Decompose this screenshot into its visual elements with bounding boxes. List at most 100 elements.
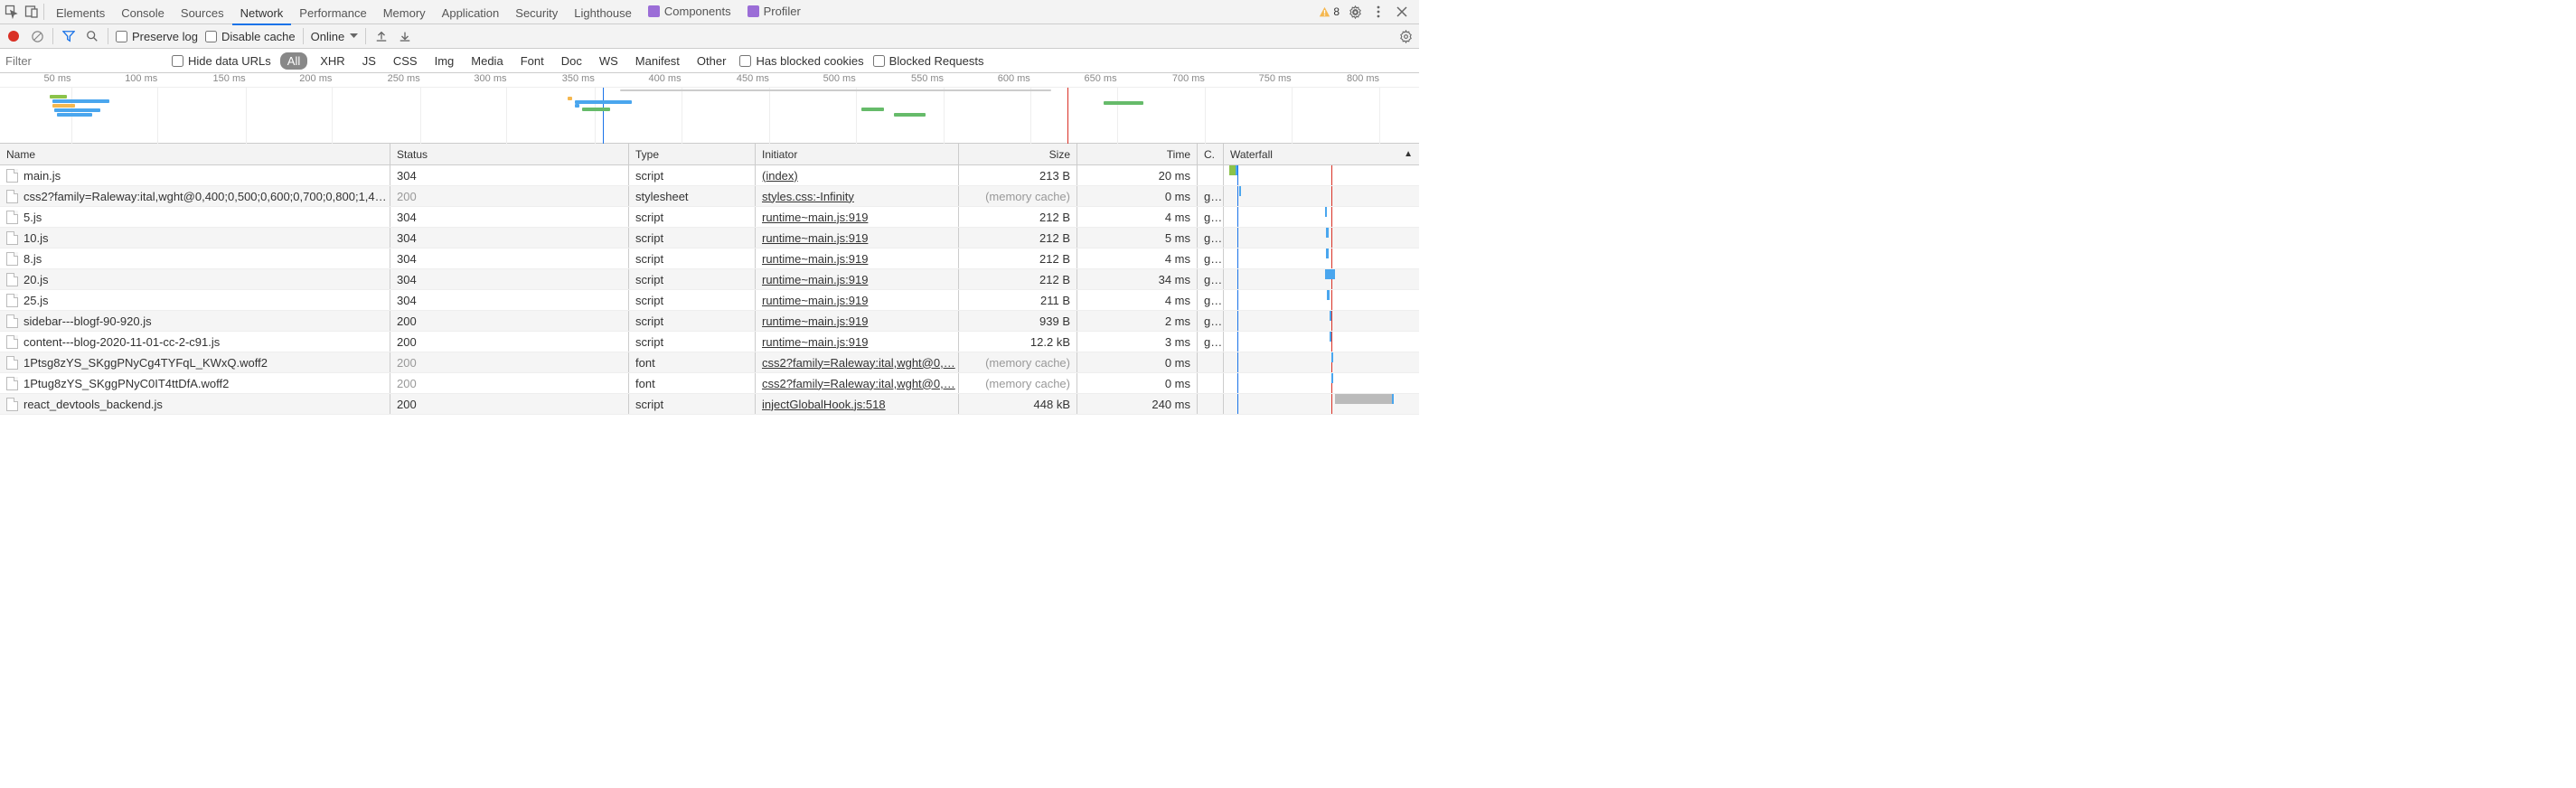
tab-label: Memory	[383, 6, 426, 20]
table-row[interactable]: 5.js304scriptruntime~main.js:919212 B4 m…	[0, 207, 1419, 228]
close-devtools-icon[interactable]	[1394, 4, 1410, 20]
initiator-link[interactable]: runtime~main.js:919	[762, 231, 868, 245]
initiator-link[interactable]: runtime~main.js:919	[762, 294, 868, 307]
tab-security[interactable]: Security	[507, 1, 566, 25]
initiator-link[interactable]: (index)	[762, 169, 798, 183]
dcl-line	[1237, 352, 1238, 372]
cell-connection: g…	[1198, 207, 1224, 227]
request-name: sidebar---blogf-90-920.js	[24, 314, 152, 328]
disable-cache-checkbox[interactable]: Disable cache	[205, 30, 296, 43]
initiator-link[interactable]: styles.css:-Infinity	[762, 190, 854, 203]
preserve-log-checkbox[interactable]: Preserve log	[116, 30, 198, 43]
initiator-link[interactable]: css2?family=Raleway:ital,wght@0,…	[762, 377, 955, 390]
tab-console[interactable]: Console	[113, 1, 173, 25]
table-row[interactable]: sidebar---blogf-90-920.js200scriptruntim…	[0, 311, 1419, 332]
load-line	[1331, 165, 1332, 185]
initiator-link[interactable]: runtime~main.js:919	[762, 314, 868, 328]
filter-type-media[interactable]: Media	[466, 52, 507, 70]
throttling-select[interactable]: Online	[311, 30, 359, 43]
filter-type-js[interactable]: JS	[358, 52, 381, 70]
header-initiator[interactable]: Initiator	[756, 144, 959, 164]
sort-asc-icon: ▲	[1404, 149, 1413, 159]
initiator-link[interactable]: injectGlobalHook.js:518	[762, 398, 886, 411]
table-row[interactable]: main.js304script(index)213 B20 ms	[0, 165, 1419, 186]
blocked-requests-checkbox[interactable]: Blocked Requests	[873, 54, 984, 68]
timeline-tick: 300 ms	[474, 73, 506, 84]
header-status[interactable]: Status	[390, 144, 629, 164]
record-button[interactable]	[5, 28, 22, 44]
cell-time: 4 ms	[1077, 207, 1198, 227]
blocked-requests-input[interactable]	[873, 55, 885, 67]
clear-button[interactable]	[29, 28, 45, 44]
table-row[interactable]: 1Ptsg8zYS_SKggPNyCg4TYFqL_KWxQ.woff2200f…	[0, 352, 1419, 373]
initiator-link[interactable]: runtime~main.js:919	[762, 211, 868, 224]
device-toolbar-icon[interactable]	[24, 4, 40, 20]
tab-elements[interactable]: Elements	[48, 1, 113, 25]
header-name[interactable]: Name	[0, 144, 390, 164]
table-row[interactable]: react_devtools_backend.js200scriptinject…	[0, 394, 1419, 415]
tab-lighthouse[interactable]: Lighthouse	[566, 1, 640, 25]
table-row[interactable]: 10.js304scriptruntime~main.js:919212 B5 …	[0, 228, 1419, 249]
cell-waterfall	[1224, 290, 1419, 310]
dcl-line	[1237, 228, 1238, 248]
filter-type-doc[interactable]: Doc	[557, 52, 587, 70]
filter-type-font[interactable]: Font	[516, 52, 549, 70]
timeline-tick: 800 ms	[1347, 73, 1379, 84]
header-waterfall[interactable]: Waterfall▲	[1224, 144, 1419, 164]
table-row[interactable]: 8.js304scriptruntime~main.js:919212 B4 m…	[0, 249, 1419, 269]
initiator-link[interactable]: runtime~main.js:919	[762, 252, 868, 266]
table-row[interactable]: 20.js304scriptruntime~main.js:919212 B34…	[0, 269, 1419, 290]
tab-network[interactable]: Network	[232, 1, 292, 25]
timeline-tick: 400 ms	[649, 73, 682, 84]
disable-cache-input[interactable]	[205, 31, 217, 42]
has-blocked-cookies-checkbox[interactable]: Has blocked cookies	[739, 54, 863, 68]
dcl-line	[1237, 332, 1238, 352]
search-icon[interactable]	[84, 28, 100, 44]
cell-initiator: runtime~main.js:919	[756, 332, 959, 352]
filter-type-xhr[interactable]: XHR	[315, 52, 349, 70]
filter-toggle-icon[interactable]	[61, 28, 77, 44]
tab-performance[interactable]: Performance	[291, 1, 374, 25]
inspect-element-icon[interactable]	[4, 4, 20, 20]
header-connection[interactable]: C.	[1198, 144, 1224, 164]
initiator-link[interactable]: css2?family=Raleway:ital,wght@0,…	[762, 356, 955, 370]
load-line	[1331, 311, 1332, 331]
network-settings-icon[interactable]	[1397, 28, 1414, 44]
warnings-badge[interactable]: 8	[1319, 5, 1340, 18]
cell-initiator: runtime~main.js:919	[756, 269, 959, 289]
header-size[interactable]: Size	[959, 144, 1077, 164]
download-har-icon[interactable]	[397, 28, 413, 44]
settings-icon[interactable]	[1347, 4, 1363, 20]
header-type[interactable]: Type	[629, 144, 756, 164]
hide-data-urls-checkbox[interactable]: Hide data URLs	[172, 54, 271, 68]
header-time[interactable]: Time	[1077, 144, 1198, 164]
filter-type-other[interactable]: Other	[692, 52, 731, 70]
tab-memory[interactable]: Memory	[375, 1, 434, 25]
tab-application[interactable]: Application	[434, 1, 508, 25]
filter-type-css[interactable]: CSS	[389, 52, 422, 70]
table-row[interactable]: 25.js304scriptruntime~main.js:919211 B4 …	[0, 290, 1419, 311]
tab-profiler[interactable]: Profiler	[739, 0, 809, 23]
tab-label: Lighthouse	[574, 6, 632, 20]
filter-type-ws[interactable]: WS	[595, 52, 623, 70]
upload-har-icon[interactable]	[373, 28, 390, 44]
initiator-link[interactable]: runtime~main.js:919	[762, 335, 868, 349]
tab-components[interactable]: Components	[640, 0, 739, 23]
timeline-overview[interactable]: 50 ms100 ms150 ms200 ms250 ms300 ms350 m…	[0, 73, 1419, 144]
initiator-link[interactable]: runtime~main.js:919	[762, 273, 868, 286]
filter-input[interactable]	[0, 51, 163, 71]
tab-sources[interactable]: Sources	[173, 1, 232, 25]
has-blocked-cookies-input[interactable]	[739, 55, 751, 67]
preserve-log-input[interactable]	[116, 31, 127, 42]
filter-type-manifest[interactable]: Manifest	[631, 52, 684, 70]
hide-data-urls-input[interactable]	[172, 55, 183, 67]
table-row[interactable]: content---blog-2020-11-01-cc-2-c91.js200…	[0, 332, 1419, 352]
cell-initiator: runtime~main.js:919	[756, 249, 959, 268]
more-menu-icon[interactable]	[1370, 4, 1387, 20]
cell-size: 12.2 kB	[959, 332, 1077, 352]
filter-type-all[interactable]: All	[280, 52, 307, 70]
table-row[interactable]: css2?family=Raleway:ital,wght@0,400;0,50…	[0, 186, 1419, 207]
table-row[interactable]: 1Ptug8zYS_SKggPNyC0IT4ttDfA.woff2200font…	[0, 373, 1419, 394]
timeline-tick: 550 ms	[911, 73, 944, 84]
filter-type-img[interactable]: Img	[430, 52, 459, 70]
